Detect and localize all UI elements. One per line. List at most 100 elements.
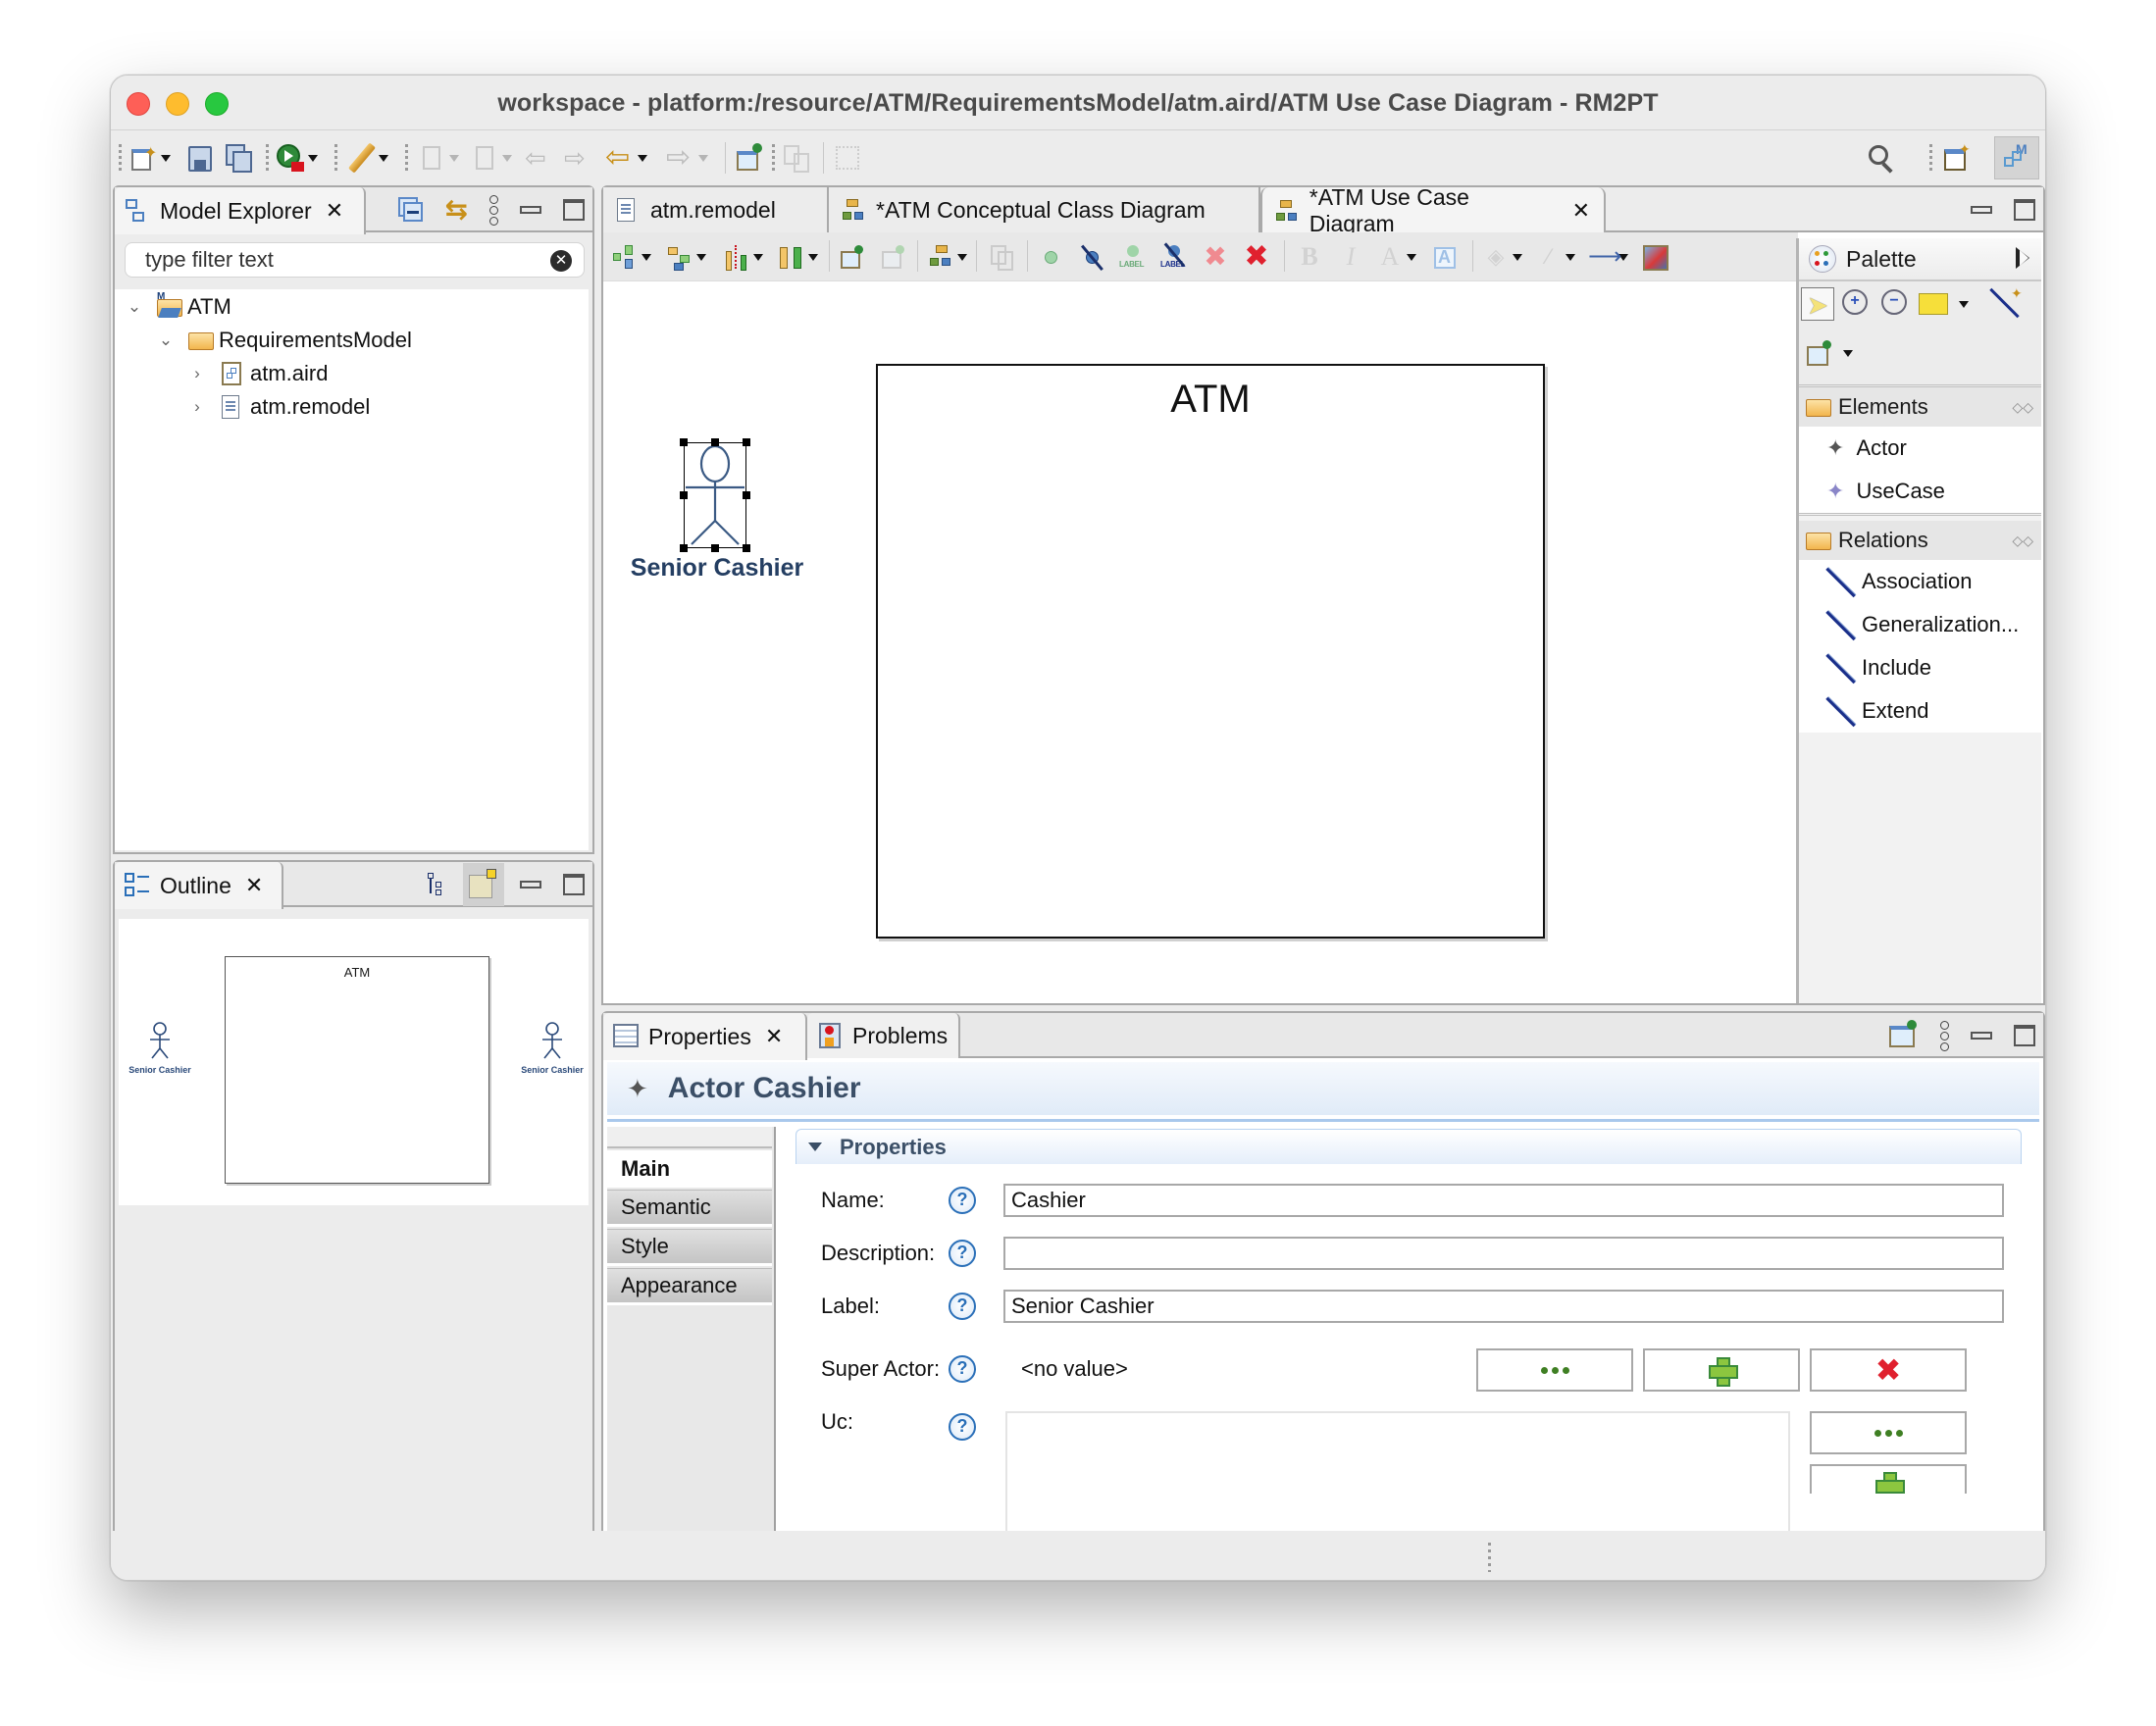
search-button[interactable] [1867,142,1896,174]
actor-senior-cashier[interactable]: Senior Cashier [629,438,805,585]
run-button[interactable] [276,142,318,174]
system-boundary-atm[interactable]: ATM [876,364,1545,939]
align-button[interactable] [778,242,818,272]
drawer-pin-icon[interactable]: ◇◇ [2012,533,2033,549]
chevron-down-icon[interactable]: ⌄ [156,330,176,350]
diagram-canvas[interactable]: ATM Senior Cashier [603,281,1794,1003]
drawer-elements[interactable]: Elements ◇◇ [1799,387,2041,427]
minimize-view-icon[interactable] [520,881,541,888]
forward-edit-button[interactable]: ⇨ [564,142,593,174]
tab-atm-remodel[interactable]: atm.remodel [603,187,829,232]
palette-entry-usecase[interactable]: ✦ UseCase [1799,470,2041,513]
palette-entry-actor[interactable]: ✦ Actor [1799,427,2041,470]
pin-view-icon[interactable] [1889,1020,1919,1049]
resize-handle[interactable] [743,438,750,446]
distribute-button[interactable] [723,242,763,272]
add-uc-button[interactable] [1810,1464,1967,1494]
palette-entry-generalization[interactable]: Generalization... [1799,603,2041,646]
open-perspective-button[interactable]: ✦ [1941,141,1971,174]
resize-handle[interactable] [680,491,688,499]
tree-view-icon[interactable] [426,873,447,896]
modeling-perspective-button[interactable]: M [1994,136,2039,179]
forward-button[interactable]: ⇨ [666,142,708,174]
pin-editor-button[interactable] [735,142,764,174]
browse-super-actor-button[interactable] [1476,1348,1633,1392]
back-button[interactable]: ⇦ [605,142,647,174]
close-tab-icon[interactable]: ✕ [245,873,263,898]
vtab-appearance[interactable]: Appearance [607,1268,772,1305]
toolbar-grip[interactable] [119,144,122,172]
resize-handle[interactable] [743,544,750,552]
show-element-button[interactable] [1037,242,1064,272]
clear-filter-icon[interactable]: ✕ [550,250,572,272]
previous-annotation-button[interactable] [470,142,512,174]
chevron-right-icon[interactable]: › [187,397,207,417]
maximize-editor-icon[interactable] [2014,199,2035,221]
pin-tool-icon[interactable] [1807,338,1834,366]
note-attachment-icon[interactable]: ✦ [1985,285,2025,321]
help-icon[interactable]: ? [949,1355,976,1383]
minimize-editor-icon[interactable] [1971,206,1992,214]
unset-super-actor-button[interactable]: ✖ [1810,1348,1967,1392]
show-label-button[interactable]: LABEL [1119,242,1147,272]
toolbar-grip[interactable] [266,144,269,172]
tree-item-requirements-model[interactable]: ⌄ RequirementsModel [156,325,412,356]
save-button[interactable] [185,142,215,174]
tab-outline[interactable]: Outline ✕ [115,862,283,909]
zoom-out-icon[interactable]: − [1881,289,1907,315]
status-bar-grip[interactable] [1488,1543,1491,1572]
overview-icon[interactable] [463,863,504,906]
close-tab-icon[interactable]: ✕ [1572,198,1590,224]
help-icon[interactable]: ? [949,1240,976,1267]
browse-uc-button[interactable] [1810,1411,1967,1454]
line-style-button[interactable]: ⟶ [1588,242,1628,272]
minimize-view-icon[interactable] [520,206,541,214]
text-style-button[interactable]: A [1431,242,1459,272]
vtab-style[interactable]: Style [607,1229,772,1266]
zoom-in-icon[interactable]: + [1842,289,1868,315]
copy-format-button[interactable] [988,242,1015,272]
close-tab-icon[interactable]: ✕ [326,198,343,224]
pin-button[interactable] [839,242,866,272]
help-icon[interactable]: ? [949,1413,976,1441]
hide-element-button[interactable] [1078,242,1105,272]
tab-problems[interactable]: Problems [807,1013,960,1058]
label-field[interactable]: Senior Cashier [1003,1290,2004,1323]
select-group-button[interactable] [666,242,706,272]
palette-entry-association[interactable]: Association [1799,560,2041,603]
vtab-main[interactable]: Main [607,1150,772,1188]
arrange-button[interactable] [611,242,651,272]
bold-button[interactable]: B [1296,242,1323,272]
toolbar-grip[interactable] [334,144,337,172]
link-with-editor-icon[interactable]: ⇆ [445,196,468,224]
maximize-view-icon[interactable] [563,874,585,895]
collapse-all-icon[interactable] [397,197,424,223]
line-color-button[interactable]: ⁄ [1535,242,1575,272]
drawer-pin-icon[interactable]: ◇◇ [2012,399,2033,416]
help-icon[interactable]: ? [949,1293,976,1320]
chevron-right-icon[interactable]: › [187,364,207,383]
maximize-view-icon[interactable] [2014,1025,2035,1046]
tree-item-atm[interactable]: ⌄ M ATM [125,291,231,323]
view-menu-icon[interactable] [489,194,498,226]
collapse-section-icon[interactable] [808,1142,822,1151]
resize-handle[interactable] [711,544,719,552]
unpin-button[interactable] [880,242,907,272]
tab-conceptual-class-diagram[interactable]: *ATM Conceptual Class Diagram [829,187,1260,232]
minimize-view-icon[interactable] [1971,1032,1992,1040]
note-icon[interactable] [1919,293,1948,315]
font-color-button[interactable]: A [1376,242,1416,272]
tree-item-atm-remodel[interactable]: › atm.remodel [187,391,370,423]
vtab-semantic[interactable]: Semantic [607,1190,772,1227]
description-field[interactable] [1003,1237,2004,1270]
export-image-button[interactable] [1641,242,1668,272]
fill-color-button[interactable]: ◈ [1482,242,1522,272]
create-super-actor-button[interactable] [1643,1348,1800,1392]
close-tab-icon[interactable]: ✕ [765,1024,783,1049]
resize-handle[interactable] [743,491,750,499]
view-menu-icon[interactable] [1940,1020,1949,1051]
palette-entry-extend[interactable]: Extend [1799,689,2041,733]
resize-handle[interactable] [680,438,688,446]
maximize-view-icon[interactable] [563,199,585,221]
layers-button[interactable] [927,242,967,272]
